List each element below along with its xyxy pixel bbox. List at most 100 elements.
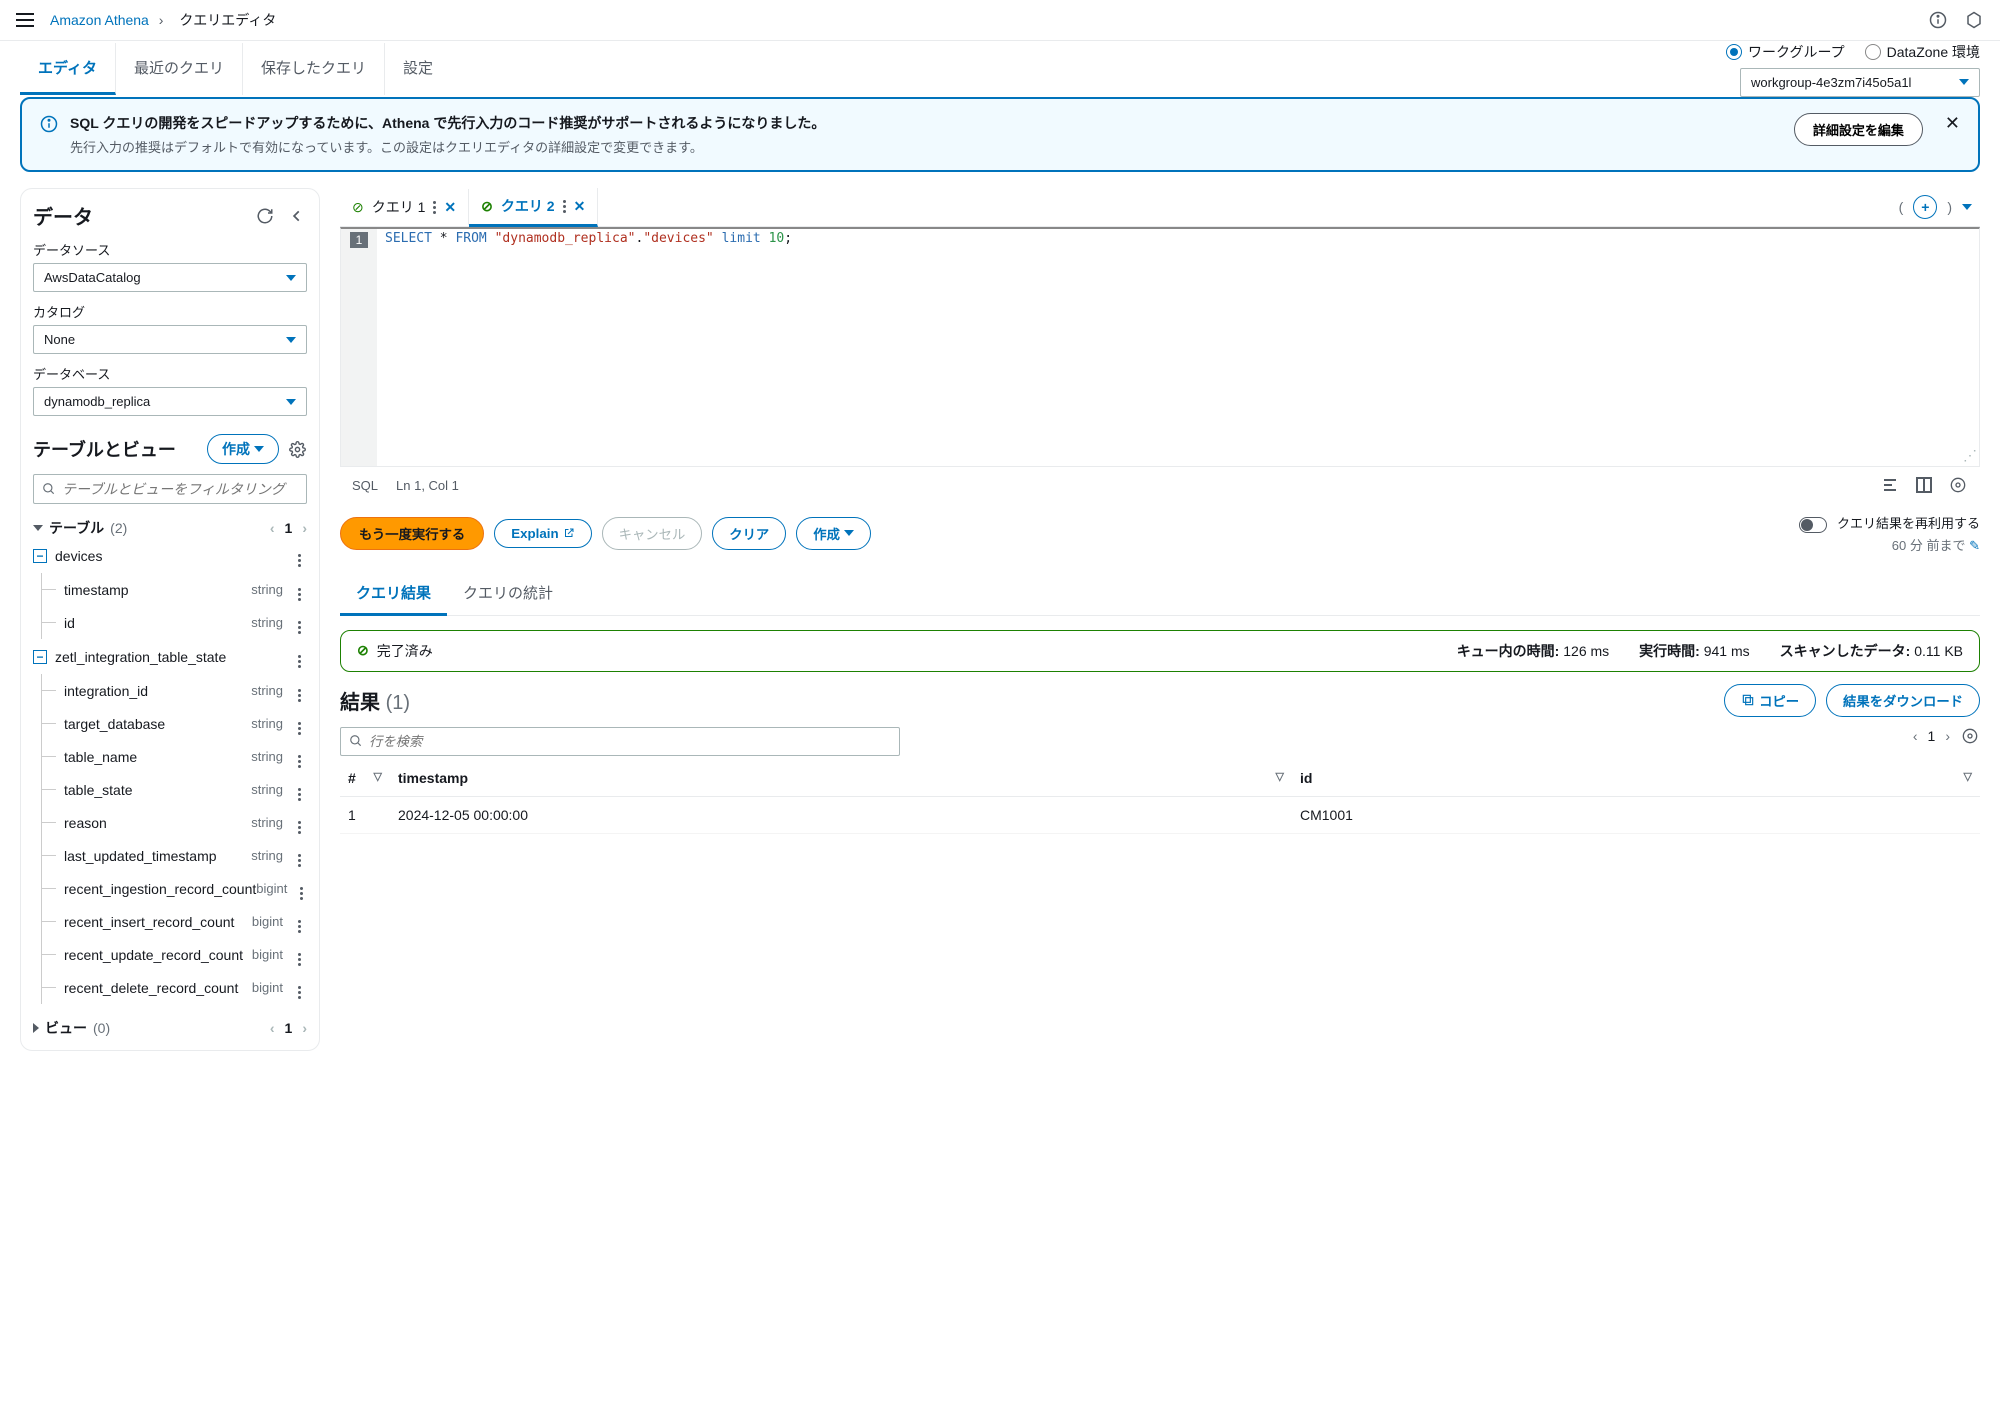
tab-menu-icon[interactable] [433, 201, 436, 214]
caret-down-icon [286, 337, 296, 343]
query-tab-1[interactable]: ⊘ クエリ 1 ✕ [340, 189, 469, 225]
results-tab[interactable]: クエリ結果 [340, 572, 447, 616]
breadcrumb-service[interactable]: Amazon Athena [50, 12, 149, 28]
page-prev-icon[interactable]: ‹ [1913, 728, 1918, 744]
caret-down-icon [844, 530, 854, 536]
collapse-icon[interactable]: − [33, 549, 47, 563]
close-tab-icon[interactable]: ✕ [574, 198, 586, 215]
column-menu-icon[interactable] [291, 578, 307, 601]
sql-editor[interactable]: 1 SELECT * FROM "dynamodb_replica"."devi… [340, 227, 1980, 467]
column-row[interactable]: table_statestring [42, 773, 307, 806]
run-button[interactable]: もう一度実行する [340, 517, 484, 550]
column-menu-icon[interactable] [291, 778, 307, 801]
editor-panel: ⊘ クエリ 1 ✕ ⊘ クエリ 2 ✕ ( + ) 1 SELECT * FRO… [340, 188, 1980, 834]
data-sidebar: データ データソース AwsDataCatalog カタログ None データベ… [20, 188, 320, 1051]
gear-icon[interactable] [287, 439, 307, 459]
stats-tab[interactable]: クエリの統計 [447, 572, 569, 615]
gear-icon[interactable] [1960, 726, 1980, 746]
resize-handle-icon[interactable]: ⋰ [1963, 447, 1977, 464]
layout-icon[interactable] [1914, 475, 1934, 495]
page-next-icon[interactable]: › [302, 1020, 307, 1036]
col-index[interactable]: #▽ [340, 760, 390, 797]
column-menu-icon[interactable] [291, 811, 307, 834]
column-row[interactable]: last_updated_timestampstring [42, 839, 307, 872]
column-row[interactable]: target_databasestring [42, 707, 307, 740]
column-menu-icon[interactable] [291, 745, 307, 768]
page-header: Amazon Athena › クエリエディタ [0, 0, 2000, 41]
collapse-tables-icon[interactable] [33, 525, 43, 531]
filter-tables-input[interactable] [33, 474, 307, 504]
radio-workgroup[interactable]: ワークグループ [1726, 42, 1845, 62]
catalog-select[interactable]: None [33, 325, 307, 354]
tab-menu-dropdown[interactable] [1962, 204, 1972, 210]
table-row[interactable]: 12024-12-05 00:00:00CM1001 [340, 796, 1980, 833]
create-button[interactable]: 作成 [796, 517, 871, 550]
column-menu-icon[interactable] [291, 712, 307, 735]
explain-button[interactable]: Explain [494, 519, 591, 548]
column-menu-icon[interactable] [291, 679, 307, 702]
page-next-icon[interactable]: › [1945, 728, 1950, 744]
gear-icon[interactable] [1948, 475, 1968, 495]
col-id[interactable]: id▽ [1292, 760, 1980, 797]
column-menu-icon[interactable] [291, 844, 307, 867]
add-tab-button[interactable]: + [1913, 195, 1937, 219]
close-icon[interactable]: ✕ [1945, 113, 1960, 134]
page-prev-icon[interactable]: ‹ [270, 1020, 275, 1036]
search-rows-input[interactable] [340, 727, 900, 756]
workgroup-select[interactable]: workgroup-4e3zm7i45o5a1l [1740, 68, 1980, 97]
column-row[interactable]: timestampstring [42, 573, 307, 606]
tab-recent[interactable]: 最近のクエリ [116, 43, 243, 95]
close-tab-icon[interactable]: ✕ [444, 199, 456, 216]
column-row[interactable]: table_namestring [42, 740, 307, 773]
edit-icon[interactable]: ✎ [1969, 538, 1980, 553]
column-menu-icon[interactable] [291, 910, 307, 933]
radio-datazone[interactable]: DataZone 環境 [1865, 42, 1980, 62]
caret-down-icon [286, 399, 296, 405]
column-row[interactable]: recent_update_record_countbigint [42, 938, 307, 971]
column-row[interactable]: recent_ingestion_record_countbigint [42, 872, 307, 905]
format-icon[interactable] [1880, 475, 1900, 495]
query-tab-2[interactable]: ⊘ クエリ 2 ✕ [469, 188, 598, 227]
refresh-icon[interactable] [255, 206, 275, 226]
query-status-banner: ⊘ 完了済み キュー内の時間: 126 ms 実行時間: 941 ms スキャン… [340, 630, 1980, 672]
table-node[interactable]: −zetl_integration_table_state [33, 639, 307, 674]
page-next-icon[interactable]: › [302, 520, 307, 536]
table-menu-icon[interactable] [291, 544, 307, 567]
clear-button[interactable]: クリア [712, 517, 786, 550]
tab-saved[interactable]: 保存したクエリ [243, 43, 385, 95]
info-icon[interactable] [1928, 10, 1948, 30]
datasource-select[interactable]: AwsDataCatalog [33, 263, 307, 292]
collapse-icon[interactable]: − [33, 650, 47, 664]
copy-button[interactable]: コピー [1724, 684, 1816, 717]
column-menu-icon[interactable] [295, 877, 307, 900]
tab-menu-icon[interactable] [563, 200, 566, 213]
column-row[interactable]: integration_idstring [42, 674, 307, 707]
column-row[interactable]: recent_delete_record_countbigint [42, 971, 307, 1004]
col-timestamp[interactable]: timestamp▽ [390, 760, 1292, 797]
results-table: #▽ timestamp▽ id▽ 12024-12-05 00:00:00CM… [340, 760, 1980, 834]
create-table-button[interactable]: 作成 [207, 434, 279, 464]
info-icon [40, 115, 58, 133]
page-prev-icon[interactable]: ‹ [270, 520, 275, 536]
collapse-icon[interactable] [287, 206, 307, 226]
menu-icon[interactable] [16, 13, 34, 27]
column-row[interactable]: recent_insert_record_countbigint [42, 905, 307, 938]
edit-settings-button[interactable]: 詳細設定を編集 [1794, 113, 1923, 146]
expand-views-icon[interactable] [33, 1023, 39, 1033]
tab-editor[interactable]: エディタ [20, 43, 116, 95]
table-menu-icon[interactable] [291, 645, 307, 668]
column-menu-icon[interactable] [291, 943, 307, 966]
tab-settings[interactable]: 設定 [385, 43, 451, 95]
help-icon[interactable] [1964, 10, 1984, 30]
column-menu-icon[interactable] [291, 611, 307, 634]
database-select[interactable]: dynamodb_replica [33, 387, 307, 416]
datasource-label: データソース [33, 240, 307, 259]
table-node[interactable]: −devices [33, 538, 307, 573]
column-menu-icon[interactable] [291, 976, 307, 999]
column-row[interactable]: reasonstring [42, 806, 307, 839]
reuse-toggle[interactable]: クエリ結果を再利用する [1799, 513, 1980, 533]
catalog-label: カタログ [33, 302, 307, 321]
download-button[interactable]: 結果をダウンロード [1826, 684, 1980, 717]
column-row[interactable]: idstring [42, 606, 307, 639]
sidebar-heading: データ [33, 201, 93, 230]
